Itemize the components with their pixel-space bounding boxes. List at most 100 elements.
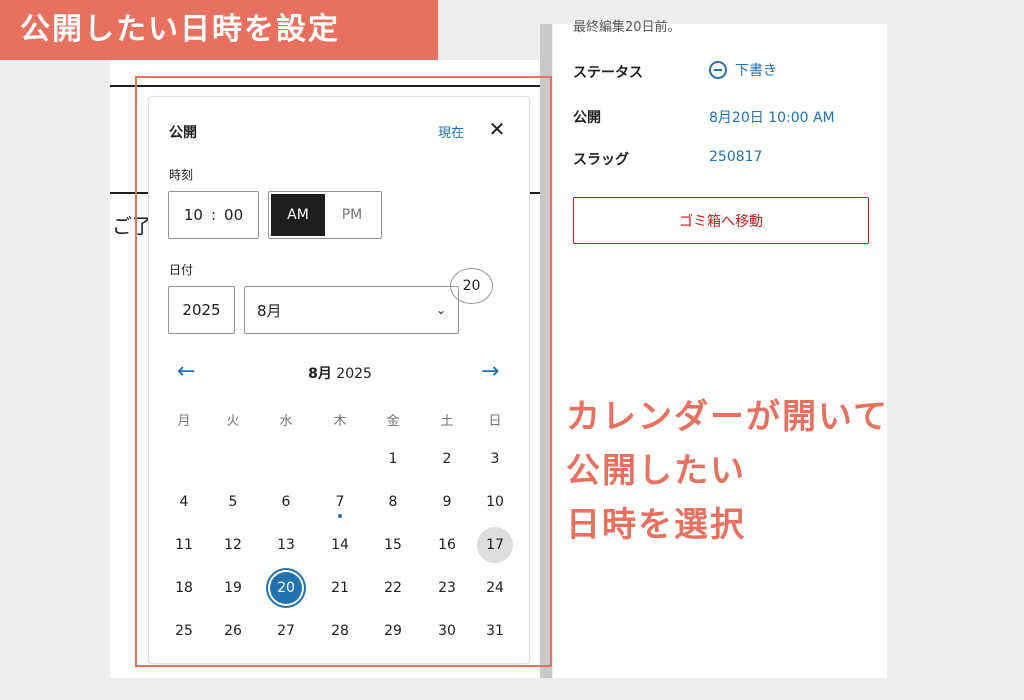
calendar-day-number: 21 <box>331 580 349 596</box>
calendar-day-number: 28 <box>331 623 349 639</box>
calendar-day-number: 19 <box>224 580 242 596</box>
calendar-day-number: 13 <box>277 537 295 553</box>
calendar-day[interactable]: 19 <box>215 570 251 606</box>
publish-date-button[interactable]: 8月20日 10:00 AM <box>709 107 835 127</box>
calendar-day[interactable]: 18 <box>166 570 202 606</box>
weekday-label: 土 <box>440 414 454 429</box>
weekday-label: 月 <box>177 414 191 429</box>
publish-label: 公開 <box>573 110 601 126</box>
calendar-day[interactable]: 12 <box>215 527 251 563</box>
calendar-day[interactable]: 31 <box>477 613 513 649</box>
weekday-label: 日 <box>488 414 502 429</box>
date-label: 日付 <box>169 263 194 277</box>
calendar-day-number: 20 <box>277 580 295 596</box>
draft-circle-icon <box>709 61 727 79</box>
editor-text-fragment: ご了 <box>112 214 152 238</box>
calendar-day[interactable]: 16 <box>429 527 465 563</box>
calendar-day-number: 6 <box>281 494 291 510</box>
calendar-month: 8月 <box>308 366 332 382</box>
callout-line: 日時を選択 <box>566 505 746 545</box>
calendar-day[interactable]: 21 <box>322 570 358 606</box>
weekday-label: 木 <box>333 414 347 429</box>
calendar-year: 2025 <box>336 366 372 382</box>
minute-field[interactable]: 00 <box>224 206 243 224</box>
status-value-button[interactable]: 下書き <box>709 60 777 80</box>
calendar-day[interactable]: 25 <box>166 613 202 649</box>
now-button[interactable]: 現在 <box>438 122 464 141</box>
calendar-day[interactable]: 24 <box>477 570 513 606</box>
am-option[interactable]: AM <box>271 194 325 236</box>
calendar-day[interactable]: 23 <box>429 570 465 606</box>
calendar-day-number: 8 <box>388 494 398 510</box>
calendar-day[interactable]: 2 <box>429 441 465 477</box>
calendar-day-number: 30 <box>438 623 456 639</box>
calendar-day[interactable]: 3 <box>477 441 513 477</box>
month-select[interactable]: 8月 ⌄ <box>244 286 459 334</box>
callout-line: 公開したい <box>566 451 746 491</box>
calendar-day-number: 26 <box>224 623 242 639</box>
calendar-day-number: 7 <box>335 494 345 510</box>
calendar-day[interactable]: 10 <box>477 484 513 520</box>
close-icon[interactable]: ✕ <box>487 117 507 141</box>
calendar-day-number: 3 <box>490 451 500 467</box>
year-input[interactable]: 2025 <box>168 286 235 334</box>
calendar-day-number: 22 <box>384 580 402 596</box>
calendar-day-selected[interactable]: 20 <box>268 570 304 606</box>
panel-divider[interactable] <box>540 24 552 678</box>
arrow-right-icon[interactable]: → <box>481 359 499 385</box>
settings-sidebar: 最終編集20日前。 ステータス 下書き 公開 8月20日 10:00 AM スラ… <box>553 20 887 678</box>
weekday-header-row: 月火水木金土日 <box>149 410 531 430</box>
day-input[interactable]: 20 <box>450 268 493 304</box>
time-label: 時刻 <box>169 168 194 182</box>
title-banner: 公開したい日時を設定 <box>0 0 438 60</box>
calendar-day[interactable]: 29 <box>375 613 411 649</box>
calendar-day[interactable]: 17 <box>477 527 513 563</box>
move-to-trash-button[interactable]: ゴミ箱へ移動 <box>573 197 869 244</box>
chevron-down-icon: ⌄ <box>435 303 446 317</box>
calendar-grid: 1 2 3 4 5 6 7 8 9 10 11 12 13 14 15 16 17 18 19 20 21 22 23 24 2… <box>149 437 531 657</box>
calendar-day[interactable]: 15 <box>375 527 411 563</box>
calendar-day[interactable]: 30 <box>429 613 465 649</box>
calendar-day-number: 23 <box>438 580 456 596</box>
calendar-day-number: 17 <box>486 537 504 553</box>
calendar-day[interactable]: 28 <box>322 613 358 649</box>
calendar-day-number: 25 <box>175 623 193 639</box>
calendar-day[interactable]: 8 <box>375 484 411 520</box>
publish-date-popover: 公開 現在 ✕ 時刻 10 : 00 AM PM 日付 2025 8月 ⌄ 20… <box>148 96 530 664</box>
time-colon: : <box>210 206 217 224</box>
slug-value-button[interactable]: 250817 <box>709 149 762 165</box>
banner-text: 公開したい日時を設定 <box>20 12 340 47</box>
calendar-day[interactable]: 4 <box>166 484 202 520</box>
calendar-day-number: 5 <box>228 494 238 510</box>
calendar-day-number: 27 <box>277 623 295 639</box>
calendar-day[interactable]: 11 <box>166 527 202 563</box>
calendar-day[interactable]: 26 <box>215 613 251 649</box>
event-dot-icon <box>338 514 342 518</box>
hour-field[interactable]: 10 <box>184 206 203 224</box>
calendar-day[interactable]: 9 <box>429 484 465 520</box>
pm-option[interactable]: PM <box>325 194 379 236</box>
calendar-day-number: 12 <box>224 537 242 553</box>
calendar-day[interactable]: 1 <box>375 441 411 477</box>
calendar-day[interactable]: 22 <box>375 570 411 606</box>
calendar-day-number: 1 <box>388 451 398 467</box>
calendar-day[interactable]: 6 <box>268 484 304 520</box>
time-input[interactable]: 10 : 00 <box>168 191 259 239</box>
callout-line: カレンダーが開いて <box>566 397 889 437</box>
calendar-day[interactable]: 13 <box>268 527 304 563</box>
weekday-label: 金 <box>386 414 400 429</box>
calendar-day[interactable]: 14 <box>322 527 358 563</box>
calendar-day-number: 10 <box>486 494 504 510</box>
calendar-day[interactable]: 27 <box>268 613 304 649</box>
month-value: 8月 <box>257 301 282 320</box>
calendar-day-number: 2 <box>442 451 452 467</box>
calendar-day[interactable]: 5 <box>215 484 251 520</box>
slug-label: スラッグ <box>573 152 629 168</box>
weekday-label: 水 <box>279 414 293 429</box>
calendar-header: ← 8月 2025 → <box>149 359 531 385</box>
calendar-day-number: 18 <box>175 580 193 596</box>
calendar-day[interactable]: 7 <box>322 484 358 520</box>
am-pm-toggle[interactable]: AM PM <box>268 191 382 239</box>
calendar-day-number: 16 <box>438 537 456 553</box>
calendar-day-number: 11 <box>175 537 193 553</box>
